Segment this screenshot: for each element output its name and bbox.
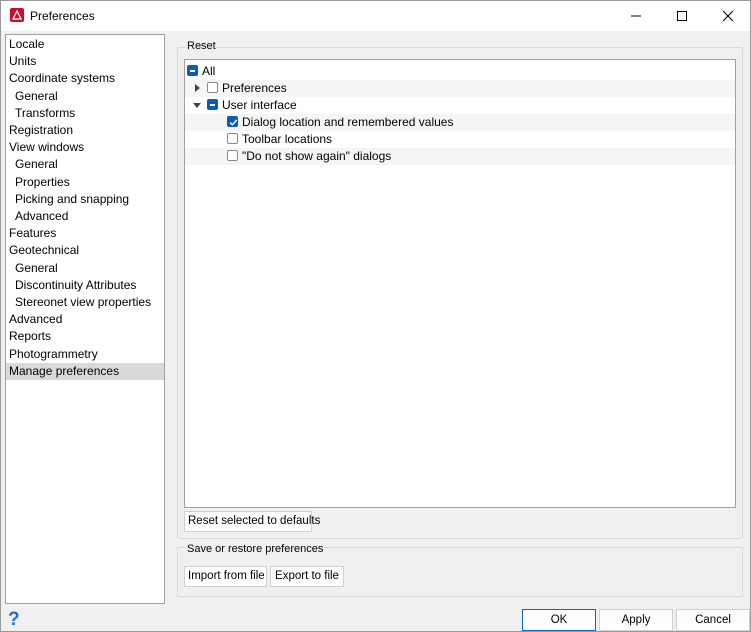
nav-item[interactable]: General	[6, 88, 164, 105]
reset-tree: All Preferences User interface Dialog locat…	[184, 59, 736, 508]
reset-defaults-button[interactable]: Reset selected to defaults	[184, 511, 320, 532]
tree-label: Preferences	[222, 81, 287, 95]
nav-item[interactable]: Picking and snapping	[6, 191, 164, 208]
tree-row[interactable]: User interface	[185, 97, 735, 114]
apply-button[interactable]: Apply	[599, 609, 673, 631]
tree-label: All	[202, 64, 216, 78]
tree-checkbox[interactable]	[187, 65, 198, 76]
nav-item[interactable]: Reports	[6, 328, 164, 345]
nav-item[interactable]: Manage preferences	[6, 362, 164, 380]
export-to-file-button[interactable]: Export to file	[270, 566, 344, 587]
tree-checkbox[interactable]	[207, 82, 218, 93]
tree-label: "Do not show again" dialogs	[242, 149, 392, 163]
nav-item[interactable]: Properties	[6, 174, 164, 191]
preferences-window: Preferences Locale Units Coordinate system…	[0, 0, 751, 632]
nav-item[interactable]: Photogrammetry	[6, 346, 164, 363]
nav-item[interactable]: View windows	[6, 139, 164, 156]
nav-item[interactable]: Features	[6, 225, 164, 242]
nav-item[interactable]: Units	[6, 53, 164, 70]
nav-item[interactable]: Locale	[6, 36, 164, 53]
nav-item[interactable]: General	[6, 260, 164, 277]
nav-item[interactable]: Advanced	[6, 311, 164, 328]
app-logo-icon	[10, 8, 24, 22]
nav-item[interactable]: Geotechnical	[6, 242, 164, 259]
tree-label: Dialog location and remembered values	[242, 115, 454, 129]
tree-checkbox[interactable]	[227, 116, 238, 127]
save-restore-group-title: Save or restore preferences	[186, 543, 325, 555]
help-icon[interactable]: ?	[8, 609, 20, 631]
nav-item[interactable]: General	[6, 156, 164, 173]
window-title: Preferences	[30, 9, 95, 23]
nav-item[interactable]: Discontinuity Attributes	[6, 277, 164, 294]
tree-label: User interface	[222, 98, 297, 112]
cancel-button[interactable]: Cancel	[676, 609, 750, 631]
tree-row[interactable]: "Do not show again" dialogs	[185, 148, 735, 165]
nav-item[interactable]: Registration	[6, 122, 164, 139]
nav-item[interactable]: Advanced	[6, 208, 164, 225]
import-from-file-button[interactable]: Import from file	[184, 566, 267, 587]
tree-row[interactable]: Preferences	[185, 80, 735, 97]
reset-group-title: Reset	[186, 40, 217, 52]
tree-row[interactable]: All	[185, 63, 735, 80]
minimize-button[interactable]	[613, 1, 659, 31]
close-button[interactable]	[705, 1, 750, 31]
tree-label: Toolbar locations	[242, 132, 333, 146]
nav-item[interactable]: Coordinate systems	[6, 70, 164, 87]
tree-row[interactable]: Toolbar locations	[185, 131, 735, 148]
tree-checkbox[interactable]	[207, 99, 218, 110]
maximize-button[interactable]	[659, 1, 705, 31]
title-bar: Preferences	[1, 1, 750, 31]
nav-item[interactable]: Stereonet view properties	[6, 294, 164, 311]
tree-checkbox[interactable]	[227, 133, 238, 144]
ok-button[interactable]: OK	[522, 609, 596, 631]
chevron-down-icon[interactable]	[193, 101, 201, 109]
tree-row[interactable]: Dialog location and remembered values	[185, 114, 735, 131]
tree-checkbox[interactable]	[227, 150, 238, 161]
preferences-nav-list: Locale Units Coordinate systems General Tran…	[5, 34, 165, 604]
nav-item[interactable]: Transforms	[6, 105, 164, 122]
chevron-right-icon[interactable]	[193, 84, 201, 92]
